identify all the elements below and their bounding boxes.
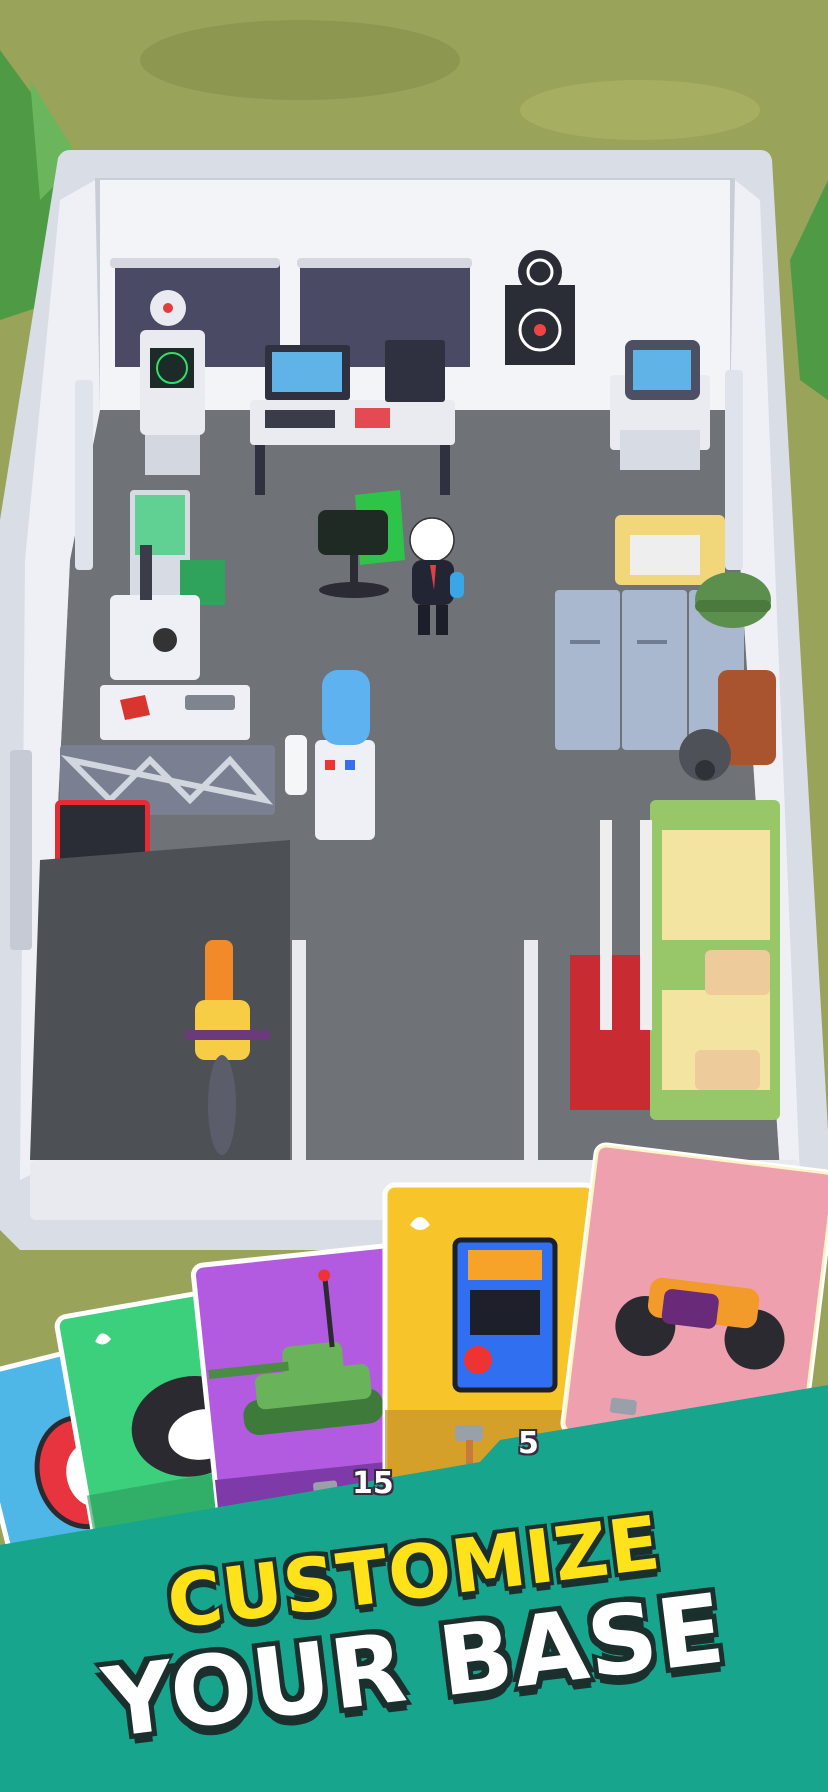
army-helmet — [695, 572, 771, 628]
garage-mat — [30, 840, 290, 1160]
divider-wall — [292, 940, 306, 1170]
newspaper-table — [615, 515, 725, 585]
tv-stand — [610, 340, 710, 470]
water-cooler — [315, 670, 375, 840]
divider-wall — [524, 940, 538, 1170]
gas-mask — [679, 729, 731, 781]
grass-patch — [520, 80, 760, 140]
card-cost-arcade: 5 — [518, 1426, 539, 1461]
card-cost-tank: 15 — [352, 1466, 394, 1501]
wall-window — [725, 370, 743, 570]
grass-patch — [140, 20, 460, 100]
arcade-icon — [452, 1237, 558, 1393]
hammer-icon — [609, 1397, 637, 1416]
wall-window — [10, 750, 32, 950]
cup-stack — [285, 735, 307, 795]
wall-window — [75, 380, 93, 570]
weapons-table — [100, 685, 250, 740]
